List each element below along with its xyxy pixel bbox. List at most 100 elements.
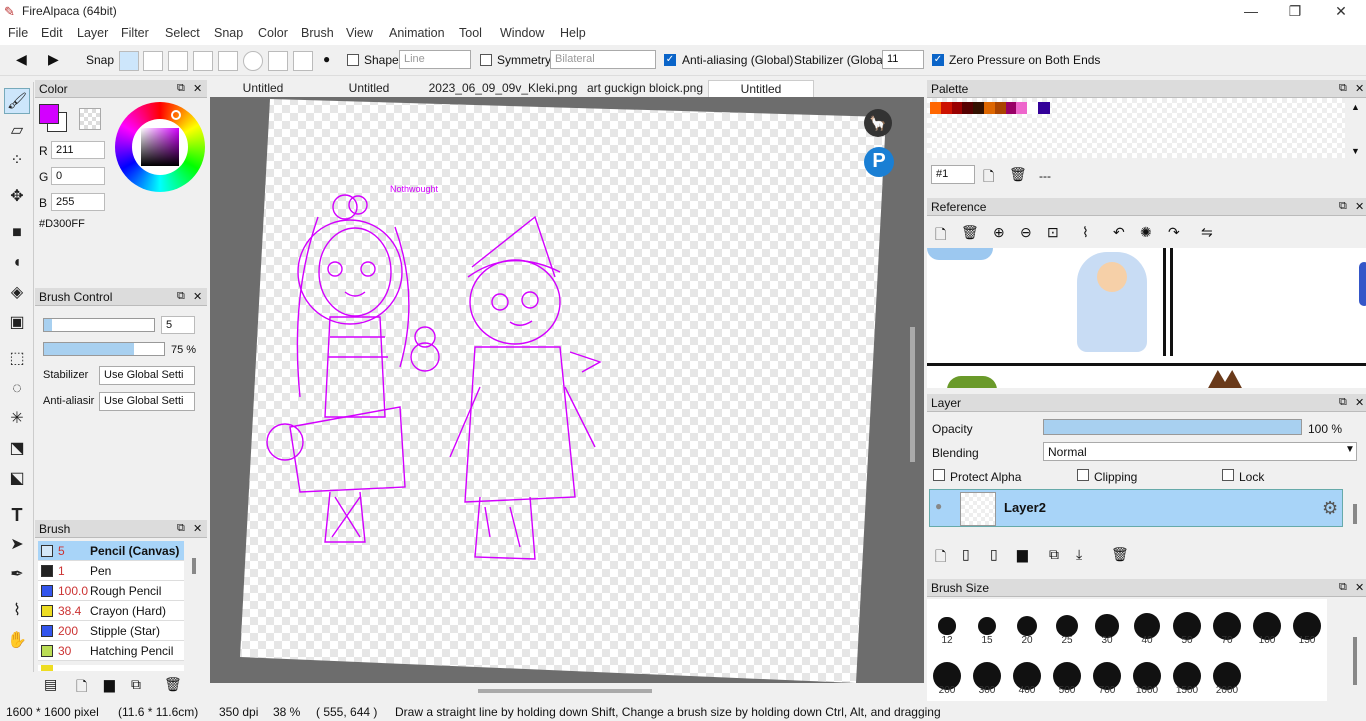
brush-size-scrollbar[interactable] <box>1353 637 1357 685</box>
rect-tool-icon[interactable]: ■ <box>4 220 30 246</box>
gradient-tool-icon[interactable]: ▣ <box>4 310 30 336</box>
brush-size-preset[interactable]: 15 <box>968 600 1006 648</box>
stabilizer-select[interactable]: 11 <box>882 50 924 69</box>
new-brush-icon[interactable]: 🗋 <box>76 676 87 700</box>
brush-size-preset[interactable]: 1000 <box>1128 650 1166 698</box>
drawing-canvas[interactable] <box>240 99 886 683</box>
select-tool-icon[interactable]: ⬚ <box>4 346 30 372</box>
layer-row[interactable]: ● Layer2 ⚙ <box>929 489 1343 527</box>
brush-antialias-select[interactable]: Use Global Setti <box>99 392 195 411</box>
panel-float-icon[interactable]: ⧉ <box>177 82 185 95</box>
blending-dropdown-icon[interactable]: ▼ <box>1345 444 1355 455</box>
brush-size-preset[interactable]: 100 <box>1248 600 1286 648</box>
panel-close-icon[interactable]: ✕ <box>1355 396 1364 409</box>
palette-swatch[interactable] <box>1038 102 1050 114</box>
brush-size-preset[interactable]: 1500 <box>1168 650 1206 698</box>
brush-size-preset[interactable]: 200 <box>928 650 966 698</box>
rotate-left-icon[interactable]: ↶ <box>1113 224 1125 241</box>
panel-close-icon[interactable]: ✕ <box>1355 581 1364 594</box>
select-eraser-tool-icon[interactable]: ⬕ <box>4 466 30 492</box>
prev-frame-icon[interactable]: ◀ <box>16 51 27 68</box>
snap-grid-icon[interactable] <box>168 51 188 71</box>
layer-opacity-slider[interactable] <box>1043 419 1302 435</box>
layer-name[interactable]: Layer2 <box>1004 500 1046 515</box>
b-field[interactable]: 255 <box>51 193 105 211</box>
zoom-in-icon[interactable]: ⊕ <box>993 224 1005 241</box>
next-frame-icon[interactable]: ▶ <box>48 51 59 68</box>
clipping-checkbox[interactable] <box>1077 469 1089 481</box>
panel-close-icon[interactable]: ✕ <box>193 290 202 303</box>
symmetry-checkbox[interactable] <box>480 54 492 66</box>
menu-file[interactable]: File <box>8 26 28 40</box>
pen-tool-icon[interactable]: ✒ <box>4 562 30 588</box>
palette-scroll-down-icon[interactable]: ▼ <box>1351 146 1360 156</box>
new-1bit-layer-icon[interactable]: ▯ <box>990 546 998 563</box>
restore-icon[interactable]: ❐ <box>1272 0 1318 23</box>
panel-float-icon[interactable]: ⧉ <box>1339 82 1347 95</box>
menu-help[interactable]: Help <box>560 26 586 40</box>
brush-size-field[interactable]: 5 <box>161 316 195 334</box>
brush-size-preset[interactable]: 700 <box>1088 650 1126 698</box>
menu-color[interactable]: Color <box>258 26 288 40</box>
bucket-tool-icon[interactable]: ◈ <box>4 280 30 306</box>
panel-close-icon[interactable]: ✕ <box>1355 82 1364 95</box>
menu-view[interactable]: View <box>346 26 373 40</box>
new-layer-icon[interactable]: 🗋 <box>935 546 946 570</box>
menu-tool[interactable]: Tool <box>459 26 482 40</box>
brush-size-preset[interactable]: 70 <box>1208 600 1246 648</box>
text-tool-icon[interactable]: T <box>4 502 30 528</box>
protect-alpha-checkbox[interactable] <box>933 469 945 481</box>
menu-animation[interactable]: Animation <box>389 26 445 40</box>
snap-parallel-icon[interactable] <box>143 51 163 71</box>
brush-size-preset[interactable]: 25 <box>1048 600 1086 648</box>
snap-cross-icon[interactable] <box>193 51 213 71</box>
snap-3d-icon[interactable] <box>293 51 313 71</box>
panel-float-icon[interactable]: ⧉ <box>1339 396 1347 409</box>
canvas-hscrollbar[interactable] <box>478 689 652 693</box>
eraser-tool-icon[interactable]: ▱ <box>4 118 30 144</box>
fill-tool-icon[interactable]: ◖ <box>4 250 30 276</box>
canvas-area[interactable]: Nothwought 🦙 P <box>210 97 924 683</box>
hand-tool-icon[interactable]: ✋ <box>4 628 30 654</box>
eyedropper-tool-icon[interactable]: ⌇ <box>4 598 30 624</box>
brush-size-preset[interactable]: 12 <box>928 600 966 648</box>
panel-float-icon[interactable]: ⧉ <box>1339 581 1347 594</box>
brush-tool-icon[interactable]: 🖌 <box>4 88 30 114</box>
g-field[interactable]: 0 <box>51 167 105 185</box>
magic-wand-tool-icon[interactable]: ✳ <box>4 406 30 432</box>
canvas-svg[interactable]: Nothwought <box>210 97 924 683</box>
duplicate-layer-icon[interactable]: ⧉ <box>1049 546 1059 563</box>
snap-dot-icon[interactable]: ● <box>323 52 330 66</box>
brush-stabilizer-select[interactable]: Use Global Setti <box>99 366 195 385</box>
alpaca-mascot-icon[interactable]: 🦙 <box>864 109 892 137</box>
delete-brush-icon[interactable]: 🗑 <box>164 676 182 693</box>
zero-pressure-checkbox[interactable]: ✓ <box>932 54 944 66</box>
brush-size-preset[interactable]: 50 <box>1168 600 1206 648</box>
layer-list-scrollbar[interactable] <box>1353 504 1357 524</box>
menu-select[interactable]: Select <box>165 26 200 40</box>
brush-size-preset[interactable]: 2000 <box>1208 650 1246 698</box>
rotate-right-icon[interactable]: ↷ <box>1168 224 1180 241</box>
brush-size-preset[interactable]: 30 <box>1088 600 1126 648</box>
shape-checkbox[interactable] <box>347 54 359 66</box>
snap-off-icon[interactable] <box>119 51 139 71</box>
tab-untitled-1[interactable]: Untitled <box>216 80 310 98</box>
menu-layer[interactable]: Layer <box>77 26 108 40</box>
brush-size-preset[interactable]: 40 <box>1128 600 1166 648</box>
brush-size-preset[interactable]: 500 <box>1048 650 1086 698</box>
zoom-out-icon[interactable]: ⊖ <box>1020 224 1032 241</box>
menu-filter[interactable]: Filter <box>121 26 149 40</box>
transparent-color-swatch[interactable] <box>79 108 101 130</box>
panel-float-icon[interactable]: ⧉ <box>177 522 185 535</box>
move-tool-icon[interactable]: ✥ <box>4 184 30 210</box>
shape-select[interactable]: Line <box>399 50 471 69</box>
brush-opacity-slider[interactable] <box>43 342 165 356</box>
brush-item[interactable]: 38.4 Crayon (Hard) <box>38 601 184 621</box>
tab-art[interactable]: art guckign bloick.png <box>586 80 704 98</box>
palette-scroll-up-icon[interactable]: ▲ <box>1351 102 1360 112</box>
brush-item[interactable]: 5 Pencil (Canvas) <box>38 541 184 561</box>
canvas-vscrollbar[interactable] <box>910 327 915 462</box>
menu-brush[interactable]: Brush <box>301 26 334 40</box>
new-folder-icon[interactable]: ▆ <box>1017 546 1028 563</box>
layer-visibility-icon[interactable]: ● <box>935 499 942 513</box>
